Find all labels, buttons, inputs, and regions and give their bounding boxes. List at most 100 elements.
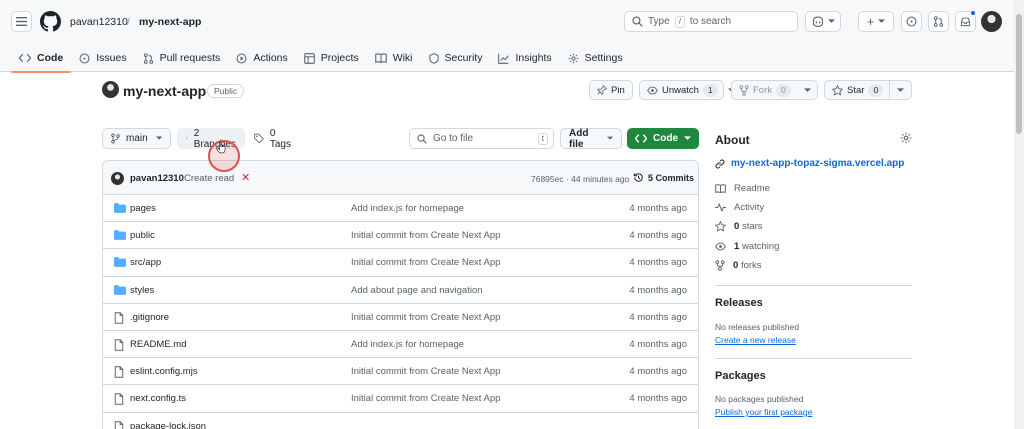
file-name-link[interactable]: src/app: [130, 257, 161, 268]
tab-code[interactable]: Code: [11, 44, 72, 73]
chevron-down-icon: [155, 136, 162, 140]
file-name-link[interactable]: next.config.ts: [130, 393, 186, 404]
create-release-link[interactable]: Create a new release: [715, 335, 796, 345]
tab-actions[interactable]: Actions: [228, 44, 295, 72]
file-row[interactable]: package-lock.json: [103, 413, 698, 429]
file-commit-message[interactable]: Initial commit from Create Next App: [351, 257, 500, 268]
code-button[interactable]: Code: [627, 128, 699, 149]
file-commit-message[interactable]: Add index.js for homepage: [351, 339, 464, 350]
file-commit-message[interactable]: Initial commit from Create Next App: [351, 366, 500, 377]
file-row[interactable]: eslint.config.mjs Initial commit from Cre…: [103, 358, 698, 386]
file-row[interactable]: public Initial commit from Create Next Ap…: [103, 222, 698, 250]
stars-link[interactable]: 0 stars: [715, 221, 763, 232]
commit-meta[interactable]: 76895ec · 44 minutes ago: [531, 174, 629, 184]
releases-heading[interactable]: Releases: [715, 297, 763, 309]
star-label: Star: [847, 84, 865, 96]
global-search-input[interactable]: Type / to search: [624, 11, 798, 32]
repo-owner-avatar[interactable]: [102, 81, 119, 98]
file-name-link[interactable]: README.md: [130, 339, 186, 350]
file-row[interactable]: next.config.ts Initial commit from Create…: [103, 385, 698, 413]
file-name-link[interactable]: eslint.config.mjs: [130, 366, 198, 377]
page-scrollbar[interactable]: [1014, 0, 1024, 429]
file-row[interactable]: styles Add about page and navigation 4 mon…: [103, 277, 698, 304]
branch-selector[interactable]: main: [102, 128, 171, 149]
folder-icon: [114, 230, 126, 241]
file-commit-message[interactable]: Add about page and navigation: [351, 285, 483, 296]
breadcrumb-repo[interactable]: my-next-app: [139, 16, 201, 28]
star-dropdown[interactable]: [890, 81, 911, 99]
tab-issues[interactable]: Issues: [71, 44, 134, 72]
tab-projects[interactable]: Projects: [296, 44, 367, 72]
file-commit-message[interactable]: Initial commit from Create Next App: [351, 312, 500, 323]
latest-commit-row: pavan12310 Create read ✕ 76895ec · 44 mi…: [103, 161, 698, 195]
tab-settings[interactable]: Settings: [560, 44, 631, 72]
repo-title[interactable]: my-next-app: [123, 83, 206, 99]
file-row[interactable]: README.md Add index.js for homepage 4 mont…: [103, 331, 698, 359]
commit-author-avatar[interactable]: [111, 172, 124, 185]
chevron-down-icon: [803, 87, 811, 92]
file-icon: [114, 420, 124, 429]
issue-icon: [79, 53, 90, 63]
file-commit-message[interactable]: Initial commit from Create Next App: [351, 230, 500, 241]
search-suffix: to search: [689, 16, 732, 27]
watch-button[interactable]: Unwatch 1: [639, 80, 735, 100]
file-name-link[interactable]: pages: [130, 203, 156, 214]
tab-pull-requests-label: Pull requests: [159, 52, 221, 64]
copilot-button[interactable]: [805, 11, 841, 32]
tab-pull-requests[interactable]: Pull requests: [135, 44, 229, 72]
pin-button[interactable]: Pin: [589, 80, 633, 100]
github-logo-icon[interactable]: [40, 11, 61, 32]
file-row[interactable]: .gitignore Initial commit from Create Nex…: [103, 304, 698, 331]
add-file-button[interactable]: Add file: [560, 128, 622, 150]
fork-button[interactable]: Fork 0: [731, 80, 818, 100]
file-commit-date: 4 months ago: [629, 284, 687, 296]
forks-link[interactable]: 0 forks: [715, 260, 762, 271]
folder-icon: [114, 284, 126, 295]
file-table: pavan12310 Create read ✕ 76895ec · 44 mi…: [102, 160, 699, 429]
file-commit-message[interactable]: Initial commit from Create Next App: [351, 393, 500, 404]
star-count: 0: [868, 83, 884, 97]
file-name-link[interactable]: styles: [130, 285, 154, 296]
gear-icon: [900, 132, 912, 144]
history-icon: [633, 173, 643, 182]
tab-issues-label: Issues: [96, 52, 127, 64]
activity-link[interactable]: Activity: [715, 202, 764, 213]
file-row[interactable]: src/app Initial commit from Create Next A…: [103, 249, 698, 277]
star-button[interactable]: Star 0: [824, 80, 912, 100]
readme-link[interactable]: Readme: [715, 183, 770, 194]
create-new-button[interactable]: +: [858, 11, 894, 32]
watching-link[interactable]: 1 watching: [715, 241, 779, 252]
go-to-file-input[interactable]: Go to file t: [409, 128, 554, 149]
tab-wiki[interactable]: Wiki: [367, 44, 421, 72]
branch-icon: [111, 133, 120, 144]
fork-dropdown[interactable]: [797, 81, 818, 99]
commit-message[interactable]: Create read: [184, 173, 234, 184]
commits-link[interactable]: 5 Commits: [633, 172, 694, 183]
about-settings-button[interactable]: [900, 132, 912, 144]
homepage-link[interactable]: my-next-app-topaz-sigma.vercel.app: [715, 158, 904, 169]
tags-link[interactable]: 0 Tags: [245, 128, 305, 150]
user-avatar[interactable]: [981, 11, 1002, 32]
publish-package-link[interactable]: Publish your first package: [715, 407, 812, 417]
commit-author[interactable]: pavan12310: [130, 173, 184, 184]
activity-label: Activity: [734, 202, 765, 213]
file-row[interactable]: pages Add index.js for homepage 4 months a…: [103, 195, 698, 223]
pull-requests-button[interactable]: [928, 11, 949, 32]
breadcrumb-owner[interactable]: pavan12310: [70, 16, 128, 28]
fork-count: 0: [776, 83, 791, 97]
chevron-down-icon: [897, 87, 904, 92]
scrollbar-thumb[interactable]: [1016, 14, 1022, 134]
tab-security[interactable]: Security: [421, 44, 491, 72]
tab-insights[interactable]: Insights: [490, 44, 559, 72]
file-name-link[interactable]: package-lock.json: [130, 421, 206, 429]
file-commit-message[interactable]: Add index.js for homepage: [351, 203, 464, 214]
file-name-link[interactable]: public: [130, 230, 155, 241]
issues-button[interactable]: [901, 11, 922, 32]
menu-button[interactable]: [11, 11, 32, 32]
file-name-link[interactable]: .gitignore: [130, 312, 169, 323]
file-list: pages Add index.js for homepage 4 months a…: [103, 195, 698, 429]
tab-code-label: Code: [37, 52, 64, 64]
packages-heading[interactable]: Packages: [715, 370, 766, 382]
fork-icon: [739, 84, 749, 96]
commit-status-failed-icon[interactable]: ✕: [241, 171, 250, 184]
